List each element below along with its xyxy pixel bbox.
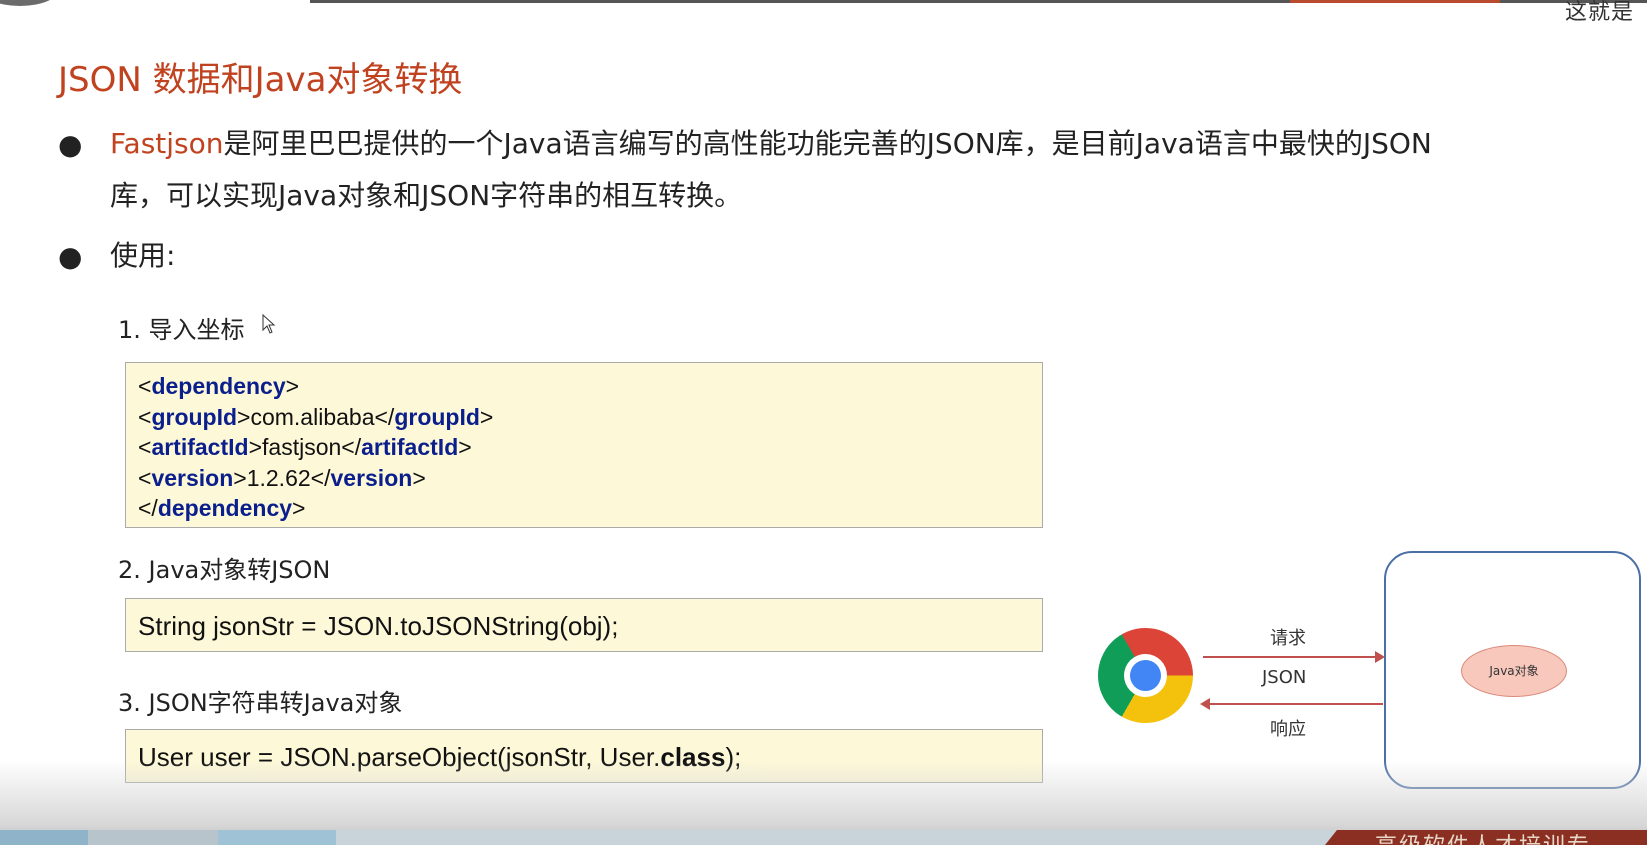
xml-line-dependency-close: </dependency> <box>138 495 306 521</box>
bullet-dot: ● <box>58 128 83 161</box>
brand-banner-text: 高级软件人才培训专 <box>1375 828 1591 845</box>
step-java-to-json: 2. Java对象转JSON <box>118 556 331 584</box>
top-progress-accent <box>1290 0 1500 3</box>
step-import: 1. 导入坐标 <box>118 316 245 344</box>
step-json-to-java: 3. JSON字符串转Java对象 <box>118 689 403 717</box>
fastjson-highlight: Fastjson <box>110 127 224 160</box>
request-label: 请求 <box>1270 628 1306 649</box>
xml-line-dependency-open: <dependency> <box>138 373 300 399</box>
bullet-text: Fastjson是阿里巴巴提供的一个Java语言编写的高性能功能完善的JSON库… <box>110 118 1432 222</box>
tojsonstring-code: String jsonStr = JSON.toJSONString(obj); <box>125 598 1043 652</box>
taskbar-thumb[interactable] <box>88 830 218 845</box>
maven-dependency-code: <dependency> <groupId>com.alibaba</group… <box>125 362 1043 528</box>
request-arrow <box>1203 651 1385 663</box>
slide-title: JSON 数据和Java对象转换 <box>58 60 463 100</box>
java-object-node: Java对象 <box>1461 645 1567 697</box>
chrome-browser-icon <box>1098 628 1193 723</box>
taskbar-thumb[interactable] <box>0 830 88 845</box>
response-label: 响应 <box>1270 719 1306 740</box>
corner-caption: 这就是 <box>1565 0 1635 25</box>
xml-line-groupid: <groupId>com.alibaba</groupId> <box>138 403 494 430</box>
xml-line-artifactid: <artifactId>fastjson</artifactId> <box>138 434 472 460</box>
json-label: JSON <box>1262 667 1307 688</box>
server-box: Java对象 <box>1384 551 1641 789</box>
code-line-tojsonstring: String jsonStr = JSON.toJSONString(obj); <box>138 611 619 641</box>
bullet-dot: ● <box>58 240 83 273</box>
slide: 这就是 JSON 数据和Java对象转换 ● Fastjson是阿里巴巴提供的一… <box>0 0 1647 845</box>
bullet-line2: 库，可以实现Java对象和JSON字符串的相互转换。 <box>110 179 743 212</box>
bullet-line1: 是阿里巴巴提供的一个Java语言编写的高性能功能完善的JSON库，是目前Java… <box>223 127 1432 160</box>
top-logo <box>0 0 60 6</box>
bullet-usage-text: 使用: <box>110 239 176 272</box>
taskbar-thumb[interactable] <box>218 830 336 845</box>
response-arrow <box>1200 698 1383 710</box>
xml-line-version: <version>1.2.62</version> <box>138 464 426 491</box>
mouse-cursor-icon <box>262 314 276 334</box>
